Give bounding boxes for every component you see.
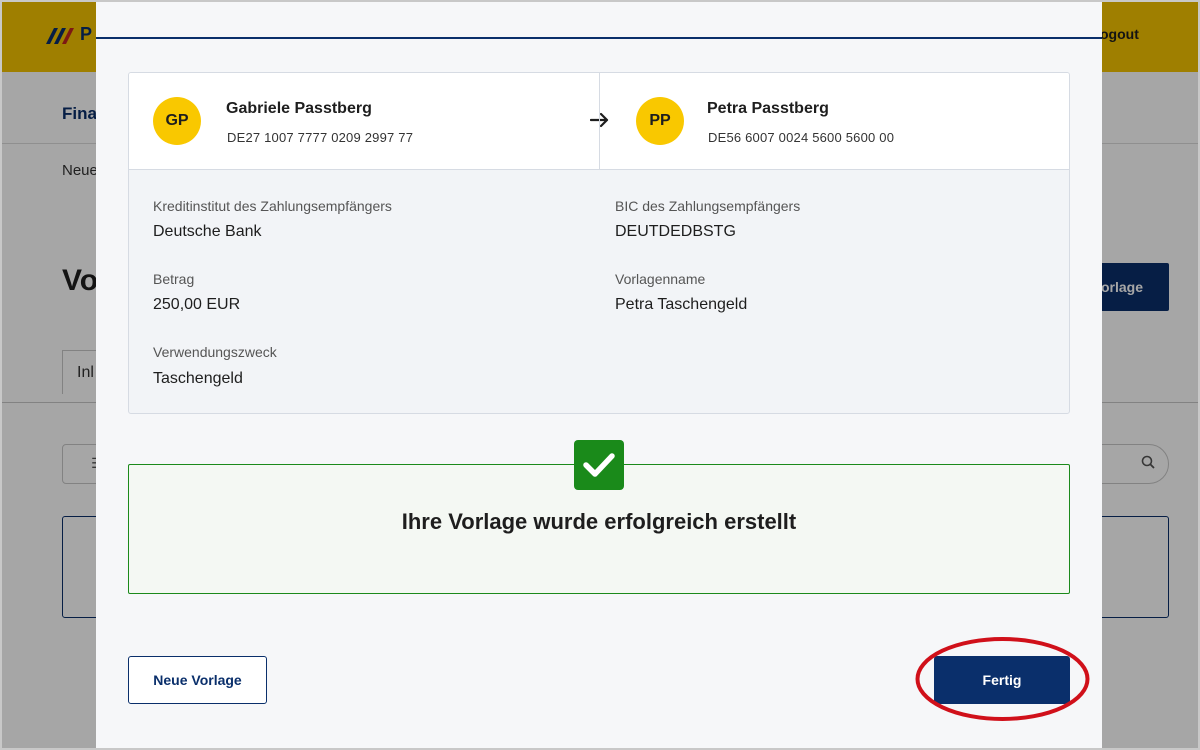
- done-button[interactable]: Fertig: [934, 656, 1070, 704]
- recipient-iban: DE56 6007 0024 5600 5600 00: [708, 130, 895, 145]
- purpose-label: Verwendungszweck: [153, 344, 277, 360]
- sender-iban: DE27 1007 7777 0209 2997 77: [227, 130, 414, 145]
- bank-label: Kreditinstitut des Zahlungsempfängers: [153, 198, 392, 214]
- new-template-button[interactable]: Neue Vorlage: [128, 656, 267, 704]
- transfer-parties: GP Gabriele Passtberg DE27 1007 7777 020…: [129, 73, 1069, 170]
- confirmation-dialog: GP Gabriele Passtberg DE27 1007 7777 020…: [96, 0, 1102, 750]
- sender-name: Gabriele Passtberg: [226, 100, 372, 117]
- checkmark-glyph-icon: [583, 453, 615, 477]
- recipient-avatar: PP: [636, 97, 684, 145]
- purpose-value: Taschengeld: [153, 370, 243, 387]
- checkmark-icon: [574, 440, 624, 490]
- bic-value: DEUTDEDBSTG: [615, 223, 736, 240]
- amount-label: Betrag: [153, 271, 195, 287]
- transfer-summary: GP Gabriele Passtberg DE27 1007 7777 020…: [128, 72, 1070, 414]
- template-name-value: Petra Taschengeld: [615, 296, 748, 313]
- arrow-right-icon: [590, 112, 609, 128]
- party-divider: [599, 73, 600, 170]
- sender-avatar: GP: [153, 97, 201, 145]
- template-name-label: Vorlagenname: [615, 271, 706, 287]
- bic-label: BIC des Zahlungsempfängers: [615, 198, 801, 214]
- dialog-header-rule: [96, 37, 1102, 39]
- bank-value: Deutsche Bank: [153, 223, 262, 240]
- amount-value: 250,00 EUR: [153, 296, 241, 313]
- success-message: Ihre Vorlage wurde erfolgreich erstellt: [401, 509, 797, 534]
- recipient-name: Petra Passtberg: [707, 100, 829, 117]
